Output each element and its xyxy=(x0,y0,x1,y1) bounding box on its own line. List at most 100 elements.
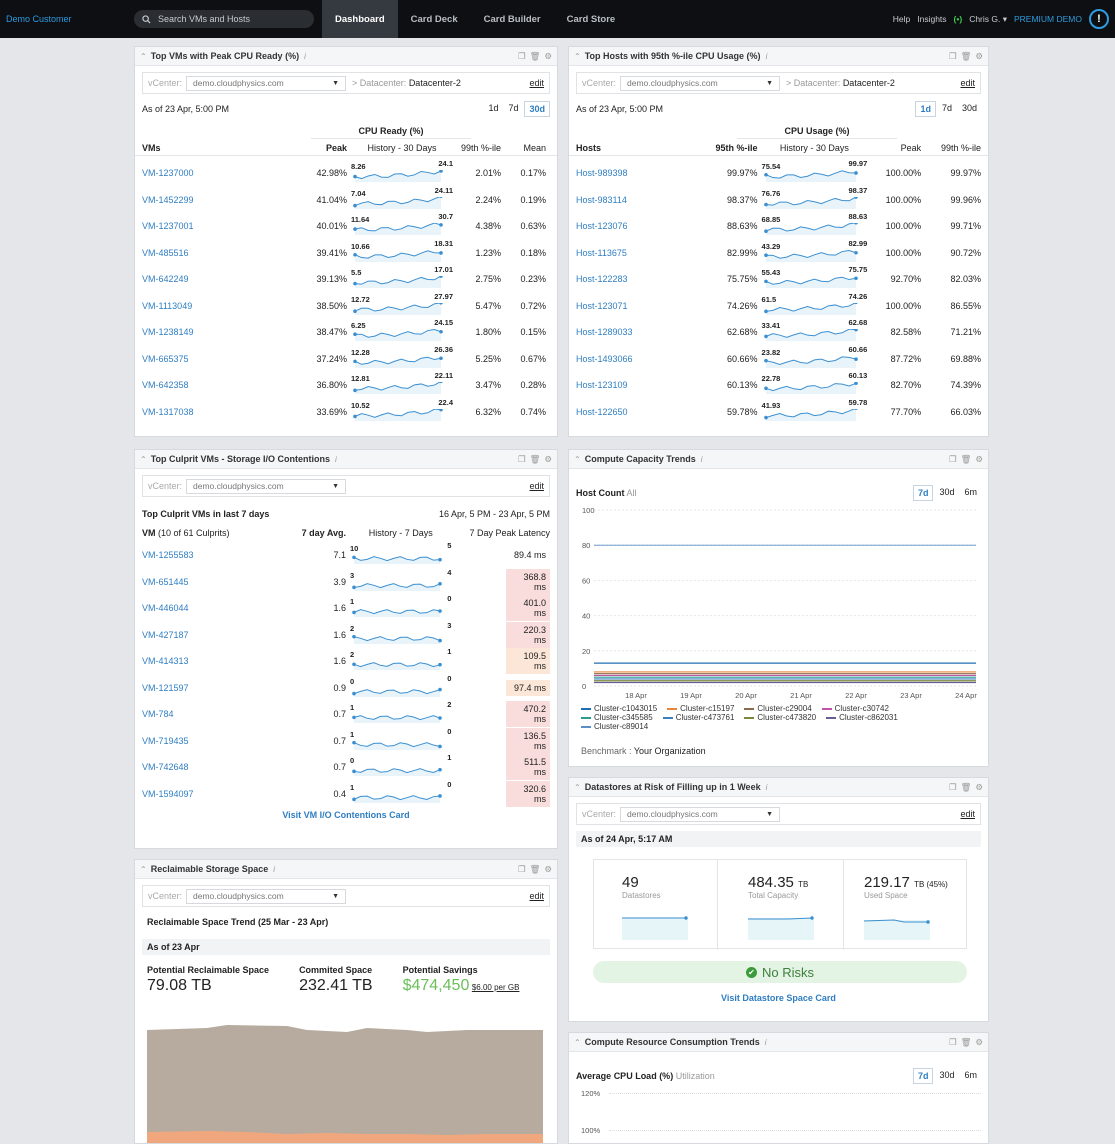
col-mean[interactable]: Mean xyxy=(501,143,546,153)
col-p95[interactable]: 95th %-ile xyxy=(704,143,758,153)
host-link[interactable]: Host-983114 xyxy=(576,195,704,205)
col-p99[interactable]: 99th %-ile xyxy=(457,143,501,153)
vm-link[interactable]: VM-414313 xyxy=(142,656,281,666)
vm-link[interactable]: VM-1237000 xyxy=(142,168,282,178)
visit-io-card-link[interactable]: Visit VM I/O Contentions Card xyxy=(135,810,557,820)
collapse-icon[interactable]: ⌃ xyxy=(574,1038,581,1047)
range-7d[interactable]: 7d xyxy=(504,101,522,117)
col-vms[interactable]: VMs xyxy=(142,143,282,153)
info-icon[interactable]: i xyxy=(766,783,768,792)
range-7d[interactable]: 7d xyxy=(938,101,956,117)
legend-item[interactable]: Cluster-c473761 xyxy=(662,713,734,722)
info-icon[interactable]: i xyxy=(766,52,768,61)
copy-icon[interactable]: ❐ xyxy=(949,454,957,465)
metric-sub[interactable]: All xyxy=(627,488,637,498)
premium-demo-label[interactable]: PREMIUM DEMO xyxy=(1014,14,1082,24)
vcenter-select[interactable]: demo.cloudphysics.com ▼ xyxy=(620,806,781,822)
vm-link[interactable]: VM-427187 xyxy=(142,630,281,640)
vcenter-select[interactable]: demo.cloudphysics.com ▼ xyxy=(186,888,347,904)
range-6m[interactable]: 6m xyxy=(960,1068,981,1084)
vm-link[interactable]: VM-719435 xyxy=(142,736,281,746)
host-link[interactable]: Host-123071 xyxy=(576,301,704,311)
host-link[interactable]: Host-123109 xyxy=(576,380,704,390)
legend-item[interactable]: Cluster-c473820 xyxy=(744,713,816,722)
delete-icon[interactable]: 🗑 xyxy=(961,51,972,62)
vm-link[interactable]: VM-642249 xyxy=(142,274,282,284)
visit-datastore-card-link[interactable]: Visit Datastore Space Card xyxy=(569,993,988,1003)
vm-link[interactable]: VM-1255583 xyxy=(142,550,281,560)
delete-icon[interactable]: 🗑 xyxy=(530,864,541,875)
edit-link[interactable]: edit xyxy=(529,78,544,88)
vcenter-select[interactable]: demo.cloudphysics.com ▼ xyxy=(186,478,347,494)
metric-sub[interactable]: Utilization xyxy=(676,1071,715,1081)
vm-link[interactable]: VM-784 xyxy=(142,709,281,719)
range-7d[interactable]: 7d xyxy=(912,485,934,501)
vm-link[interactable]: VM-665375 xyxy=(142,354,282,364)
copy-icon[interactable]: ❐ xyxy=(518,454,526,465)
gear-icon[interactable]: ⚙ xyxy=(975,1037,983,1048)
host-link[interactable]: Host-122283 xyxy=(576,274,704,284)
tab-card-builder[interactable]: Card Builder xyxy=(471,0,554,38)
gear-icon[interactable]: ⚙ xyxy=(544,454,552,465)
host-link[interactable]: Host-1493066 xyxy=(576,354,704,364)
range-30d[interactable]: 30d xyxy=(935,1068,958,1084)
gear-icon[interactable]: ⚙ xyxy=(975,51,983,62)
collapse-icon[interactable]: ⌃ xyxy=(140,52,147,61)
copy-icon[interactable]: ❐ xyxy=(518,51,526,62)
legend-item[interactable]: Cluster-c862031 xyxy=(826,713,898,722)
search-input[interactable]: Search VMs and Hosts xyxy=(134,10,314,28)
host-link[interactable]: Host-113675 xyxy=(576,248,704,258)
col-peak-latency[interactable]: 7 Day Peak Latency xyxy=(455,528,550,538)
gear-icon[interactable]: ⚙ xyxy=(975,454,983,465)
range-1d[interactable]: 1d xyxy=(915,101,936,117)
vm-link[interactable]: VM-1237001 xyxy=(142,221,282,231)
collapse-icon[interactable]: ⌃ xyxy=(140,865,147,874)
edit-link[interactable]: edit xyxy=(529,481,544,491)
gear-icon[interactable]: ⚙ xyxy=(975,782,983,793)
delete-icon[interactable]: 🗑 xyxy=(530,51,541,62)
tab-dashboard[interactable]: Dashboard xyxy=(322,0,398,38)
gear-icon[interactable]: ⚙ xyxy=(544,864,552,875)
legend-item[interactable]: Cluster-c1043015 xyxy=(581,704,657,713)
info-icon[interactable]: i xyxy=(304,52,306,61)
col-peak[interactable]: Peak xyxy=(871,143,922,153)
vm-link[interactable]: VM-1238149 xyxy=(142,327,282,337)
vm-link[interactable]: VM-1594097 xyxy=(142,789,281,799)
info-icon[interactable]: i xyxy=(273,865,275,874)
delete-icon[interactable]: 🗑 xyxy=(961,454,972,465)
collapse-icon[interactable]: ⌃ xyxy=(574,52,581,61)
vm-link[interactable]: VM-485516 xyxy=(142,248,282,258)
range-30d[interactable]: 30d xyxy=(935,485,958,501)
col-hosts[interactable]: Hosts xyxy=(576,143,704,153)
info-icon[interactable]: i xyxy=(335,455,337,464)
edit-link[interactable]: edit xyxy=(960,78,975,88)
benchmark-value[interactable]: Your Organization xyxy=(634,746,706,756)
tab-card-store[interactable]: Card Store xyxy=(554,0,629,38)
customer-name[interactable]: Demo Customer xyxy=(0,14,132,24)
collapse-icon[interactable]: ⌃ xyxy=(574,455,581,464)
delete-icon[interactable]: 🗑 xyxy=(530,454,541,465)
vm-link[interactable]: VM-642358 xyxy=(142,380,282,390)
copy-icon[interactable]: ❐ xyxy=(518,864,526,875)
range-7d[interactable]: 7d xyxy=(912,1068,934,1084)
vcenter-select[interactable]: demo.cloudphysics.com ▼ xyxy=(620,75,781,91)
vm-link[interactable]: VM-1113049 xyxy=(142,301,282,311)
info-icon[interactable]: i xyxy=(701,455,703,464)
range-6m[interactable]: 6m xyxy=(960,485,981,501)
insights-link[interactable]: Insights xyxy=(917,14,946,24)
host-link[interactable]: Host-989398 xyxy=(576,168,704,178)
legend-item[interactable]: Cluster-c345585 xyxy=(581,713,653,722)
range-1d[interactable]: 1d xyxy=(484,101,502,117)
delete-icon[interactable]: 🗑 xyxy=(961,782,972,793)
collapse-icon[interactable]: ⌃ xyxy=(574,783,581,792)
vm-link[interactable]: VM-742648 xyxy=(142,762,281,772)
col-peak[interactable]: Peak xyxy=(282,143,347,153)
collapse-icon[interactable]: ⌃ xyxy=(140,455,147,464)
col-vm[interactable]: VM xyxy=(142,528,156,538)
gear-icon[interactable]: ⚙ xyxy=(544,51,552,62)
info-icon[interactable]: i xyxy=(765,1038,767,1047)
copy-icon[interactable]: ❐ xyxy=(949,1037,957,1048)
legend-item[interactable]: Cluster-c89014 xyxy=(581,722,648,731)
host-link[interactable]: Host-123076 xyxy=(576,221,704,231)
tab-card-deck[interactable]: Card Deck xyxy=(398,0,471,38)
